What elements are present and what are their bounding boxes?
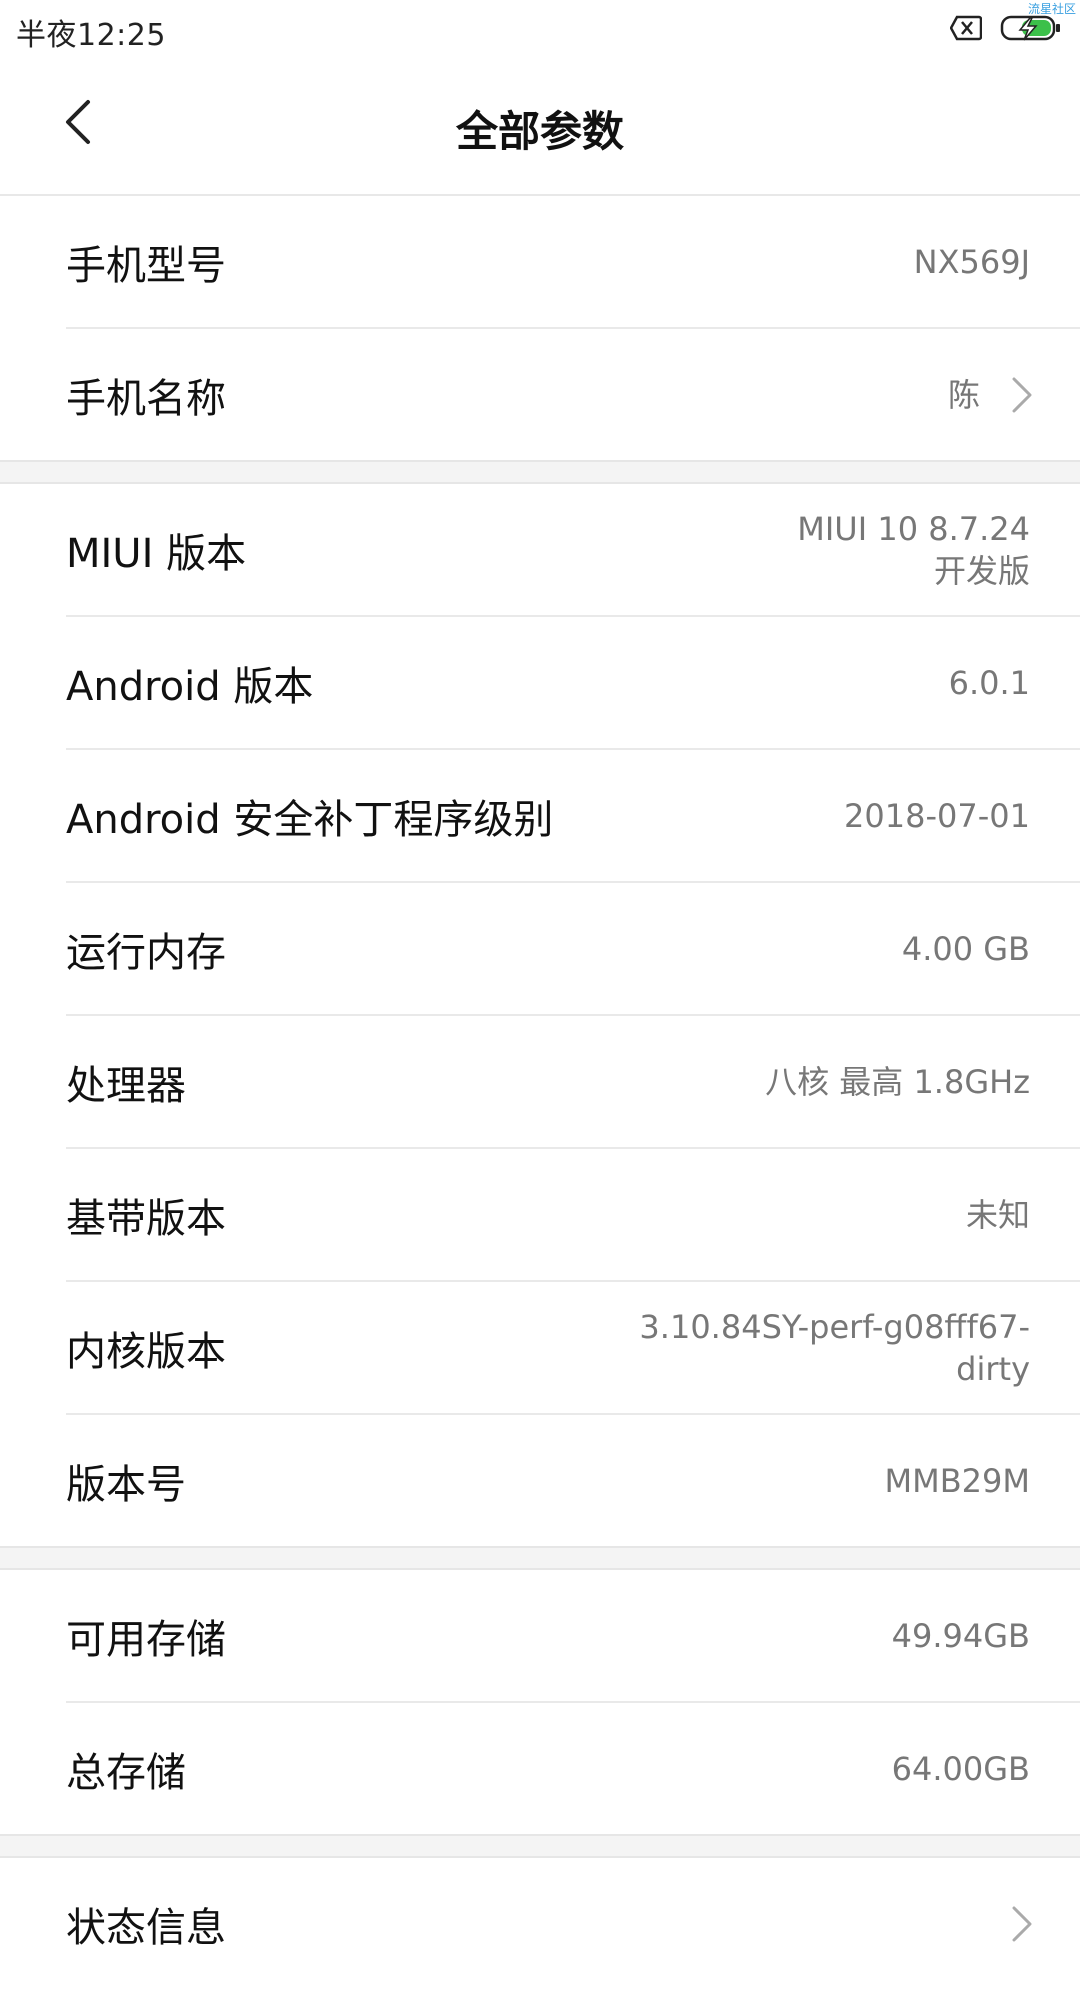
row-value: 2018-07-01: [844, 796, 1030, 835]
row-android-version[interactable]: Android 版本 6.0.1: [66, 617, 1080, 750]
settings-list: 手机型号 NX569J 手机名称 陈 MIUI 版本 MIUI 10 8.7.2…: [0, 196, 1080, 1989]
row-label: 可用存储: [66, 1616, 226, 1663]
chevron-right-icon: [1012, 377, 1032, 412]
row-security-patch[interactable]: Android 安全补丁程序级别 2018-07-01: [66, 750, 1080, 883]
row-build-number[interactable]: 版本号 MMB29M: [66, 1415, 1080, 1546]
group-separator: [0, 1546, 1080, 1570]
row-phone-model[interactable]: 手机型号 NX569J: [66, 196, 1080, 329]
row-available-storage[interactable]: 可用存储 49.94GB: [66, 1570, 1080, 1703]
row-label: 运行内存: [66, 929, 226, 976]
row-value: MMB29M: [884, 1461, 1031, 1500]
status-icons: [950, 12, 1062, 44]
system-info-group: MIUI 版本 MIUI 10 8.7.24 开发版 Android 版本 6.…: [0, 484, 1080, 1546]
header: 全部参数: [0, 56, 1080, 196]
row-baseband-version[interactable]: 基带版本 未知: [66, 1149, 1080, 1282]
row-processor[interactable]: 处理器 八核 最高 1.8GHz: [66, 1016, 1080, 1149]
page-title: 全部参数: [455, 107, 624, 156]
row-value: 64.00GB: [891, 1749, 1030, 1788]
row-value: NX569J: [913, 242, 1030, 281]
row-value: 6.0.1: [948, 663, 1030, 702]
value-line-2: dirty: [956, 1349, 1030, 1388]
row-value: 49.94GB: [891, 1616, 1030, 1655]
row-label: 状态信息: [66, 1904, 226, 1951]
value-line-2: 开发版: [933, 551, 1030, 590]
group-separator: [0, 460, 1080, 484]
row-label: Android 安全补丁程序级别: [66, 796, 554, 843]
row-value: 4.00 GB: [901, 929, 1030, 968]
row-label: Android 版本: [66, 663, 314, 710]
storage-group: 可用存储 49.94GB 总存储 64.00GB: [0, 1570, 1080, 1834]
row-label: 手机名称: [66, 375, 226, 422]
chevron-right-icon: [1012, 1906, 1032, 1941]
status-bar: 半夜12:25 流星社区: [0, 0, 1080, 56]
device-info-group: 手机型号 NX569J 手机名称 陈: [0, 196, 1080, 460]
row-ram[interactable]: 运行内存 4.00 GB: [66, 883, 1080, 1016]
row-label: 处理器: [66, 1062, 186, 1109]
row-value: 八核 最高 1.8GHz: [765, 1062, 1030, 1101]
row-value: 3.10.84SY-perf-g08fff67- dirty: [639, 1306, 1030, 1390]
status-group: 状态信息: [0, 1858, 1080, 1989]
row-total-storage[interactable]: 总存储 64.00GB: [66, 1703, 1080, 1834]
group-separator: [0, 1834, 1080, 1858]
row-label: 版本号: [66, 1461, 186, 1508]
row-phone-name[interactable]: 手机名称 陈: [66, 329, 1080, 460]
row-label: 基带版本: [66, 1195, 226, 1242]
row-status-info[interactable]: 状态信息: [66, 1858, 1080, 1989]
sim-error-icon: [950, 15, 982, 41]
row-miui-version[interactable]: MIUI 版本 MIUI 10 8.7.24 开发版: [66, 484, 1080, 617]
row-label: 总存储: [66, 1749, 186, 1796]
row-label: 内核版本: [66, 1328, 226, 1375]
battery-charging-icon: [1000, 15, 1060, 41]
row-value: 未知: [965, 1195, 1030, 1234]
value-line-1: 3.10.84SY-perf-g08fff67-: [639, 1307, 1030, 1346]
row-value: 陈: [947, 375, 980, 414]
status-time: 半夜12:25: [16, 18, 166, 53]
row-label: 手机型号: [66, 242, 226, 289]
row-value: MIUI 10 8.7.24 开发版: [797, 508, 1030, 592]
row-label: MIUI 版本: [66, 530, 247, 577]
value-line-1: MIUI 10 8.7.24: [797, 509, 1030, 548]
row-kernel-version[interactable]: 内核版本 3.10.84SY-perf-g08fff67- dirty: [66, 1282, 1080, 1415]
